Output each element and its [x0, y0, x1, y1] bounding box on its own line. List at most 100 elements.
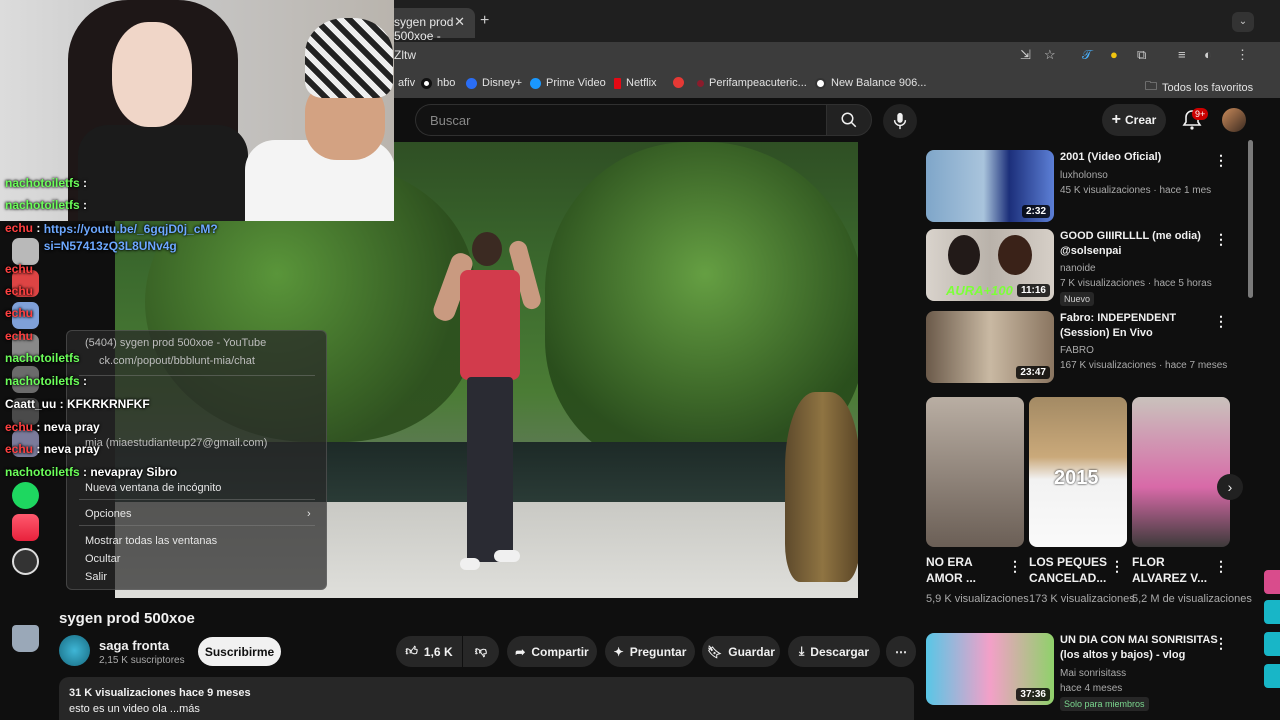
channel-avatar[interactable] — [59, 635, 90, 666]
spotify-icon[interactable] — [12, 482, 39, 509]
hbo-icon — [421, 77, 432, 89]
recommendation-title[interactable]: GOOD GIIIRLLLL (me odia) @solsenpai — [1060, 229, 1220, 259]
sidebar-scrollbar[interactable] — [1248, 140, 1253, 298]
ask-button[interactable]: ✦ Preguntar — [605, 636, 695, 667]
menu-quit[interactable]: Salir — [85, 571, 107, 583]
description-text[interactable]: esto es un video ola ...más — [69, 703, 200, 715]
recommendation-item[interactable]: 23:47 Fabro: INDEPENDENT (Session) En Vi… — [926, 311, 1246, 385]
bookmark-item[interactable]: Perifampeacuteric... — [697, 77, 807, 89]
subscribe-button[interactable]: Suscribirme — [198, 637, 281, 666]
chat-message: echu — [5, 262, 34, 276]
extension-icon[interactable]: ● — [1110, 47, 1118, 62]
install-icon[interactable]: ⇲ — [1020, 47, 1031, 63]
menu-profile-item[interactable]: mia (miaestudianteup27@gmail.com) — [85, 437, 267, 449]
short-thumbnail[interactable] — [926, 397, 1024, 547]
create-button[interactable]: + Crear — [1102, 104, 1166, 136]
new-balance-icon — [815, 77, 826, 89]
chat-message: echu — [5, 329, 34, 343]
tab-title: sygen prod 500xoe - — [394, 15, 454, 43]
recommendation-meta: 167 K visualizaciones · hace 7 meses — [1060, 360, 1228, 371]
save-button[interactable]: 🔖︎ Guardar — [702, 636, 780, 667]
bookmark-star-icon[interactable]: ☆ — [1044, 47, 1056, 63]
short-thumbnail[interactable]: 2015 — [1029, 397, 1127, 547]
bookmark-item[interactable]: Disney+ — [466, 77, 522, 89]
video-thumbnail[interactable]: 23:47 — [926, 311, 1054, 383]
menu-url-item[interactable]: ck.com/popout/bbblunt-mia/chat — [99, 355, 255, 367]
trash-icon[interactable] — [12, 625, 39, 652]
active-tab[interactable]: sygen prod 500xoe - ✕ — [380, 8, 475, 43]
more-options-icon[interactable]: ⋮ — [1214, 152, 1228, 169]
menu-hide[interactable]: Ocultar — [85, 553, 120, 565]
search-input[interactable]: Buscar — [415, 104, 826, 136]
clock-icon[interactable] — [12, 548, 39, 575]
bookmark-item[interactable] — [673, 77, 684, 88]
more-options-icon[interactable]: ⋮ — [1214, 558, 1228, 575]
download-label: Descargar — [810, 644, 870, 659]
dislike-button[interactable]: 👎︎ — [463, 636, 499, 667]
video-title: sygen prod 500xoe — [59, 610, 195, 627]
url-text[interactable]: Zltw — [394, 48, 416, 62]
bookmark-item[interactable]: Prime Video — [530, 77, 606, 89]
recommendation-channel[interactable]: nanoide — [1060, 263, 1096, 274]
short-title[interactable]: NO ERA AMOR ... — [926, 554, 1006, 586]
close-tab-icon[interactable]: ✕ — [454, 14, 465, 30]
recommendation-item[interactable]: AURA+100 11:16 GOOD GIIIRLLLL (me odia) … — [926, 229, 1246, 306]
search-button[interactable] — [826, 104, 872, 136]
menu-window-item[interactable]: (5404) sygen prod 500xoe - YouTube — [85, 337, 266, 349]
bookmark-item[interactable]: Netflix — [614, 77, 657, 89]
more-actions-button[interactable]: ⋯ — [886, 636, 916, 667]
menu-show-all[interactable]: Mostrar todas las ventanas — [85, 535, 217, 547]
video-thumbnail[interactable]: 2:32 — [926, 150, 1054, 222]
voice-search-button[interactable] — [883, 104, 917, 138]
chat-message: nachotoiletfs : — [5, 176, 88, 190]
disney-icon — [466, 77, 477, 89]
more-options-icon[interactable]: ⋮ — [1214, 313, 1228, 330]
puzzle-extensions-icon[interactable]: ⧉ — [1137, 47, 1146, 63]
recommendation-title[interactable]: Fabro: INDEPENDENT (Session) En Vivo — [1060, 311, 1220, 341]
short-title[interactable]: FLOR ALVAREZ V... — [1132, 554, 1212, 586]
bookmark-item[interactable]: hbo — [421, 77, 455, 89]
video-thumbnail[interactable]: AURA+100 11:16 — [926, 229, 1054, 301]
recommendation-item[interactable]: 2:32 2001 (Video Oficial) luxholonso 45 … — [926, 150, 1246, 224]
new-tab-icon[interactable]: + — [480, 12, 489, 30]
account-avatar[interactable] — [1222, 108, 1246, 132]
tab-search-icon[interactable]: ⌄ — [1232, 12, 1254, 32]
subscriber-count: 2,15 K suscriptores — [99, 655, 185, 666]
prime-video-icon — [530, 77, 541, 89]
recommendation-channel[interactable]: Mai sonrisitass — [1060, 668, 1126, 679]
shorts-next-button[interactable]: › — [1217, 474, 1243, 500]
recommendation-item[interactable]: 37:36 UN DIA CON MAI SONRISITAS (los alt… — [926, 633, 1246, 711]
download-icon: ⤓ — [798, 644, 805, 658]
chat-message: echu : https://youtu.be/_6gqjD0j_cM?si=N… — [5, 221, 218, 253]
music-icon[interactable] — [12, 514, 39, 541]
like-count: 1,6 K — [423, 644, 453, 659]
recommendation-title[interactable]: 2001 (Video Oficial) — [1060, 150, 1220, 165]
recommendation-title[interactable]: UN DIA CON MAI SONRISITAS (los altos y b… — [1060, 633, 1220, 663]
reading-list-icon[interactable]: ≡ — [1178, 47, 1186, 62]
video-thumbnail[interactable]: 37:36 — [926, 633, 1054, 705]
chat-message: nachotoiletfs : — [5, 198, 88, 212]
recommendation-channel[interactable]: luxholonso — [1060, 170, 1108, 181]
bookmark-item[interactable]: afiv — [398, 77, 415, 89]
bookmark-item[interactable]: New Balance 906... — [815, 77, 926, 89]
all-bookmarks[interactable]: 🗀 Todos los favoritos — [1145, 77, 1253, 98]
profile-icon[interactable]: ◐ — [1204, 47, 1212, 62]
more-options-icon[interactable]: ⋮ — [1110, 558, 1124, 575]
download-button[interactable]: ⤓ Descargar — [788, 636, 880, 667]
duration-badge: 23:47 — [1016, 366, 1050, 379]
more-options-icon[interactable]: ⋮ — [1214, 231, 1228, 248]
share-button[interactable]: ➦ Compartir — [507, 636, 597, 667]
more-options-icon[interactable]: ⋮ — [1008, 558, 1022, 575]
more-options-icon[interactable]: ⋮ — [1214, 635, 1228, 652]
like-button[interactable]: 👍︎ 1,6 K — [396, 636, 462, 667]
browser-menu-icon[interactable]: ⋮ — [1236, 47, 1249, 63]
menu-options[interactable]: Opciones — [85, 508, 131, 520]
chevron-right-icon: › — [1227, 479, 1233, 495]
short-thumbnail[interactable] — [1132, 397, 1230, 547]
short-title[interactable]: LOS PEQUES CANCELAD... — [1029, 554, 1109, 586]
bookmark-label: Netflix — [626, 77, 657, 89]
recommendation-channel[interactable]: FABRO — [1060, 345, 1094, 356]
extension-translate-icon[interactable]: 𝒯 — [1082, 47, 1092, 63]
channel-name[interactable]: saga fronta — [99, 638, 169, 653]
menu-incognito[interactable]: Nueva ventana de incógnito — [85, 482, 221, 494]
